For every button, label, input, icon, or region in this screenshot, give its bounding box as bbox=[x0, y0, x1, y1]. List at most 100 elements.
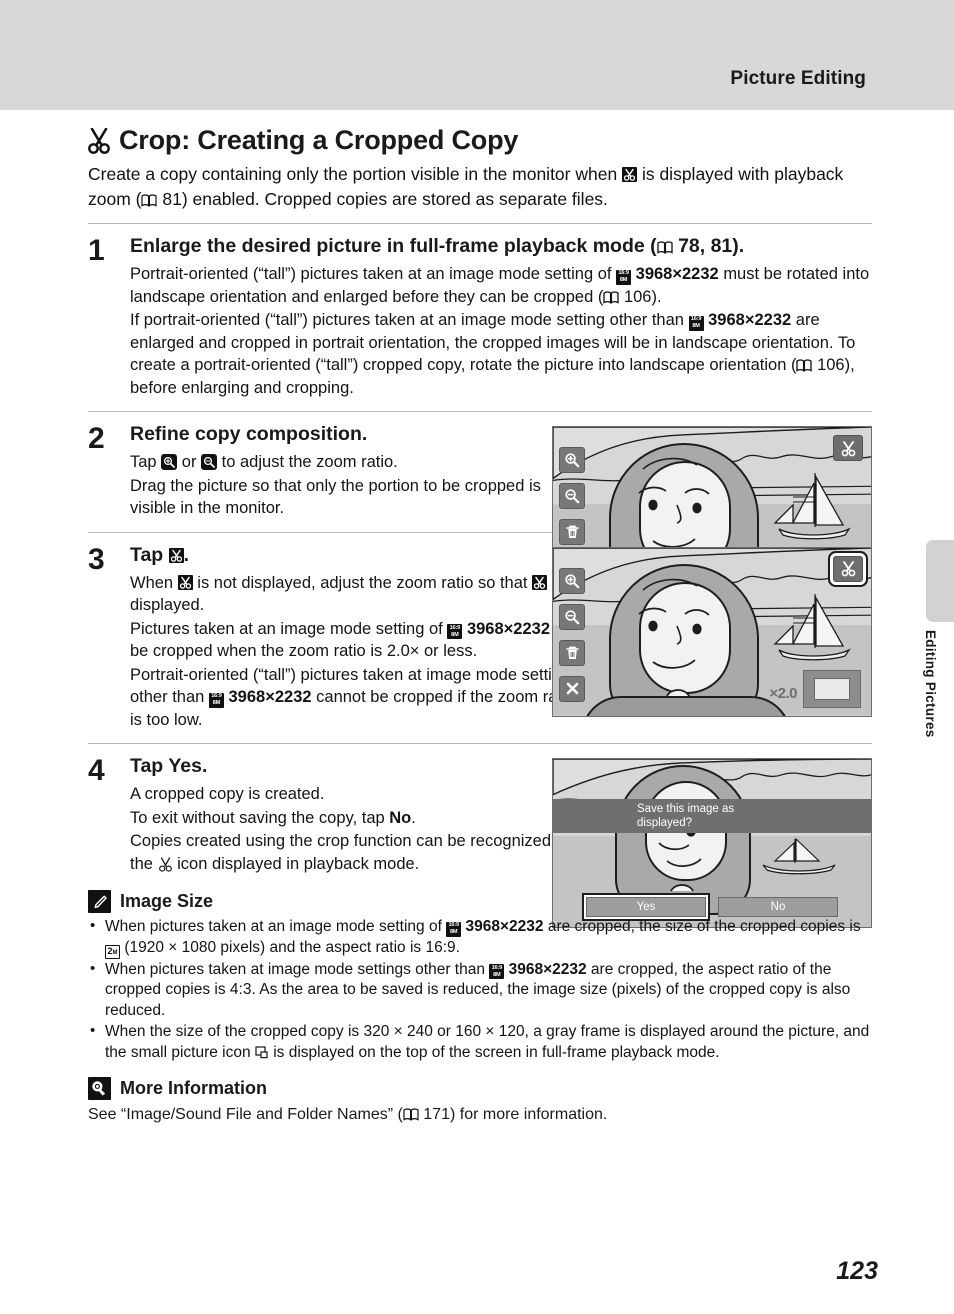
step-4-heading-post: . bbox=[201, 755, 208, 777]
step-3-paragraph-2: Pictures taken at an image mode setting … bbox=[130, 618, 590, 663]
image-mode-16-9-8m-icon: 16:9 8M bbox=[447, 624, 463, 639]
intro-text-part3: ) enabled. Cropped copies are stored as … bbox=[181, 189, 608, 209]
image-mode-16-9-8m-icon: 16:9 8M bbox=[489, 964, 505, 979]
scissors-icon bbox=[168, 547, 184, 563]
portrait-shoulders bbox=[581, 695, 791, 716]
delete-button[interactable] bbox=[559, 639, 585, 666]
step-3-paragraph-1: When is not displayed, adjust the zoom r… bbox=[130, 572, 590, 617]
zoom-out-icon bbox=[201, 454, 218, 470]
step-3-body: When is not displayed, adjust the zoom r… bbox=[130, 572, 590, 732]
note-title: Image Size bbox=[120, 891, 214, 911]
camera-monitor: ×2.0 bbox=[552, 546, 872, 717]
image-mode-value: 3968×2232 bbox=[466, 619, 551, 638]
book-icon bbox=[656, 241, 673, 254]
step-4-line-2: To exit without saving the copy, tap No. bbox=[130, 807, 590, 830]
t: 106). bbox=[623, 287, 662, 306]
step-1-heading-pre: Enlarge the desired picture in full-fram… bbox=[130, 235, 657, 257]
step-2-line-2: Drag the picture so that only the portio… bbox=[130, 476, 541, 518]
image-size-2m-icon: 2M bbox=[105, 944, 120, 959]
step-4-illustration: Save this image as displayed? Yes No bbox=[552, 758, 872, 928]
intro-page-ref: 81 bbox=[162, 189, 182, 209]
step-4: 4 Tap Yes. A cropped copy is created. To… bbox=[88, 744, 872, 928]
dialog-no-button[interactable]: No bbox=[718, 897, 838, 917]
pencil-note-icon bbox=[88, 890, 111, 913]
book-icon bbox=[141, 194, 158, 207]
dialog-yes-button[interactable]: Yes bbox=[584, 895, 708, 919]
book-icon bbox=[403, 1108, 419, 1121]
page-ref: 171 bbox=[423, 1106, 450, 1123]
zoom-out-button[interactable] bbox=[559, 483, 585, 509]
step-number: 3 bbox=[88, 542, 105, 576]
note-title: More Information bbox=[120, 1078, 267, 1098]
zoom-in-button[interactable] bbox=[559, 567, 585, 594]
t: (1920 × 1080 pixels) and the aspect rati… bbox=[124, 938, 460, 956]
section-intro: Create a copy containing only the portio… bbox=[88, 162, 872, 212]
camera-monitor-dialog: Save this image as displayed? Yes No bbox=[552, 758, 872, 928]
zoom-ratio-instruction: to adjust the zoom ratio. bbox=[221, 453, 398, 471]
step-4-body: A cropped copy is created. To exit witho… bbox=[130, 783, 590, 875]
step-4-heading-pre: Tap bbox=[130, 755, 164, 777]
step-3: 3 Tap . When is not displayed, adjust th… bbox=[88, 533, 872, 733]
image-mode-16-9-8m-icon: 16:9 8M bbox=[616, 269, 632, 285]
crop-button[interactable] bbox=[830, 552, 866, 585]
step-3-heading-pre: Tap bbox=[130, 543, 164, 566]
step-4-heading: Tap Yes. bbox=[130, 754, 590, 779]
page-title: Crop: Creating a Cropped Copy bbox=[119, 125, 519, 155]
t: When bbox=[130, 573, 174, 592]
step-3-illustration: ×2.0 bbox=[552, 546, 872, 717]
image-mode-16-9-8m-icon: 16:9 8M bbox=[688, 315, 704, 331]
t: When pictures taken at image mode settin… bbox=[105, 960, 490, 978]
step-1-heading: Enlarge the desired picture in full-fram… bbox=[130, 234, 872, 259]
small-picture-icon bbox=[255, 1045, 268, 1058]
zoom-in-icon bbox=[161, 454, 178, 470]
scissors-icon bbox=[622, 167, 638, 182]
step-number: 2 bbox=[88, 422, 105, 455]
crop-button[interactable] bbox=[833, 435, 863, 461]
page-content: Crop: Creating a Cropped Copy Create a c… bbox=[88, 110, 872, 1126]
side-tab-label: Editing Pictures bbox=[923, 630, 938, 738]
step-2-body: Tap or to adjust the zoom ratio. Drag th… bbox=[130, 451, 590, 520]
image-mode-value: 3968×2232 bbox=[635, 265, 719, 283]
step-4-heading-bold: Yes bbox=[168, 755, 202, 777]
page-header-title: Picture Editing bbox=[730, 68, 866, 89]
section-title-row: Crop: Creating a Cropped Copy bbox=[88, 125, 872, 156]
scissors-icon bbox=[158, 856, 173, 872]
crop-area-thumbnail bbox=[803, 669, 861, 708]
step-1-paragraph-2: If portrait-oriented (“tall”) pictures t… bbox=[130, 309, 872, 399]
step-1-page-ref: 78, 81 bbox=[678, 235, 733, 257]
page-header-band bbox=[0, 0, 954, 110]
image-mode-value: 3968×2232 bbox=[508, 960, 587, 978]
t: If portrait-oriented (“tall”) pictures t… bbox=[130, 311, 689, 329]
scissors-icon bbox=[177, 574, 193, 590]
scissors-icon bbox=[88, 127, 110, 154]
step-number: 1 bbox=[88, 234, 105, 267]
more-information-text: See “Image/Sound File and Folder Names” … bbox=[88, 1104, 872, 1126]
step-1-heading-post: ). bbox=[732, 235, 745, 257]
t: ) for more information. bbox=[449, 1106, 608, 1123]
t: are cropped, the size of the cropped cop… bbox=[547, 918, 861, 935]
t: See “Image/Sound File and Folder Names” … bbox=[88, 1106, 403, 1123]
step-number: 4 bbox=[88, 754, 105, 787]
zoom-out-button[interactable] bbox=[559, 603, 585, 630]
image-mode-16-9-8m-icon: 16:9 8M bbox=[208, 692, 224, 708]
t: When pictures taken at an image mode set… bbox=[105, 918, 447, 935]
step-3-paragraph-3: Portrait-oriented (“tall”) pictures take… bbox=[130, 664, 590, 732]
step-1-paragraph-1: Portrait-oriented (“tall”) pictures take… bbox=[130, 263, 872, 308]
image-size-note-list: When pictures taken at an image mode set… bbox=[88, 916, 872, 1063]
dialog-message: Save this image as displayed? bbox=[637, 803, 735, 829]
image-mode-16-9-8m-icon: 16:9 8M bbox=[446, 921, 462, 937]
zoom-in-button[interactable] bbox=[559, 447, 585, 473]
save-confirmation-bar: Save this image as displayed? bbox=[553, 799, 871, 833]
image-mode-value: 3968×2232 bbox=[465, 918, 544, 935]
page-number: 123 bbox=[836, 1257, 878, 1285]
t: is displayed on the top of the screen in… bbox=[273, 1043, 720, 1061]
or-label: or bbox=[181, 453, 197, 471]
step-2: 2 Refine copy composition. Tap or to adj… bbox=[88, 412, 872, 596]
t: To exit without saving the copy, tap bbox=[130, 808, 385, 827]
list-item: When pictures taken at image mode settin… bbox=[88, 959, 872, 1022]
close-button[interactable] bbox=[559, 675, 585, 702]
t: . bbox=[411, 808, 416, 827]
step-1: 1 Enlarge the desired picture in full-fr… bbox=[88, 224, 872, 400]
t: icon displayed in playback mode. bbox=[177, 854, 420, 873]
intro-text-part1: Create a copy containing only the portio… bbox=[88, 164, 618, 184]
